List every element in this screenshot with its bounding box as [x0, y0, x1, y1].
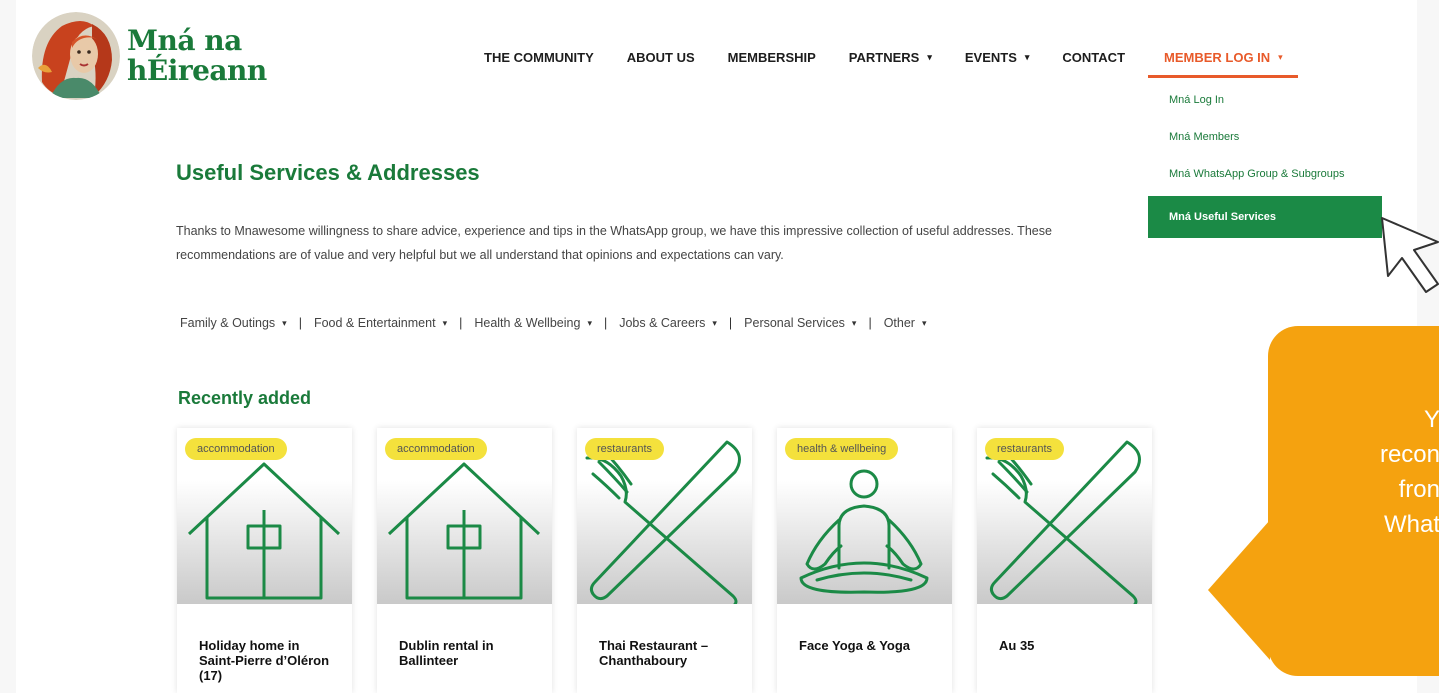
category-label: Family & Outings	[180, 316, 276, 330]
bubble-line: What	[1383, 511, 1439, 538]
logo-portrait-icon	[32, 12, 120, 100]
card-title: Dublin rental in Ballinteer	[399, 638, 494, 668]
logo-wordmark: Mná na hÉireann	[127, 26, 267, 86]
card-category-tag: restaurants	[585, 438, 665, 460]
category-label: Personal Services	[744, 316, 845, 330]
card-image: restaurants	[977, 428, 1152, 604]
logo-line-1: Mná na	[127, 24, 242, 57]
member-dropdown-menu: Mná Log In Mná Members Mná WhatsApp Grou…	[1148, 82, 1382, 238]
service-card[interactable]: accommodation Holiday home in Saint-Pier…	[177, 428, 352, 693]
card-category-tag: restaurants	[985, 438, 1065, 460]
chevron-down-icon: ▾	[282, 317, 287, 328]
category-health-wellbeing[interactable]: Health & Wellbeing ▾	[474, 316, 592, 330]
main-nav: THE COMMUNITY ABOUT US MEMBERSHIP PARTNE…	[484, 50, 1158, 65]
menu-item-whatsapp-group[interactable]: Mná WhatsApp Group & Subgroups	[1148, 156, 1382, 193]
intro-paragraph: Thanks to Mnawesome willingness to share…	[176, 224, 1052, 262]
separator: |	[868, 316, 872, 330]
nav-active-underline	[1148, 75, 1298, 78]
category-label: Jobs & Careers	[619, 316, 706, 330]
card-image: health & wellbeing	[777, 428, 952, 604]
service-card[interactable]: health & wellbeing Face Yoga & Yoga	[777, 428, 952, 693]
separator: |	[728, 316, 733, 330]
card-category-tag: accommodation	[185, 438, 287, 460]
bubble-line: fron	[1398, 476, 1439, 503]
nav-label: THE COMMUNITY	[484, 50, 594, 65]
category-family-outings[interactable]: Family & Outings ▾	[180, 316, 287, 330]
card-image: accommodation	[177, 428, 352, 604]
service-card[interactable]: restaurants Au 35	[977, 428, 1152, 693]
screen-frame-left	[0, 0, 16, 693]
chevron-down-icon: ▾	[927, 52, 932, 62]
category-jobs-careers[interactable]: Jobs & Careers ▾	[619, 316, 717, 330]
service-card[interactable]: restaurants Thai Restaurant – Chanthabou…	[577, 428, 752, 693]
category-other[interactable]: Other ▾	[884, 316, 927, 330]
category-label: Other	[883, 316, 915, 330]
nav-member-log-in[interactable]: MEMBER LOG IN ▾	[1164, 50, 1283, 65]
mouse-cursor-icon	[1381, 217, 1439, 293]
separator: |	[603, 316, 608, 330]
nav-about-us[interactable]: ABOUT US	[627, 50, 695, 65]
card-category-tag: accommodation	[385, 438, 487, 460]
menu-item-mna-members[interactable]: Mná Members	[1148, 119, 1382, 156]
bubble-line: Y	[1423, 406, 1439, 433]
chevron-down-icon: ▾	[1278, 52, 1283, 62]
nav-label: MEMBERSHIP	[727, 50, 816, 65]
menu-item-mna-log-in[interactable]: Mná Log In	[1148, 82, 1382, 119]
chevron-down-icon: ▾	[712, 317, 717, 328]
bubble-line: recon	[1379, 441, 1439, 468]
service-card[interactable]: accommodation Dublin rental in Ballintee…	[377, 428, 552, 693]
nav-membership[interactable]: MEMBERSHIP	[728, 50, 816, 65]
chevron-down-icon: ▾	[587, 317, 592, 328]
category-label: Health & Wellbeing	[474, 316, 581, 330]
card-image: restaurants	[577, 428, 752, 604]
card-title: Thai Restaurant – Chanthaboury	[599, 638, 709, 668]
site-logo[interactable]: Mná na hÉireann	[32, 12, 267, 100]
nav-the-community[interactable]: THE COMMUNITY	[484, 50, 594, 65]
chevron-down-icon: ▾	[442, 317, 448, 328]
speech-bubble-text: Y recon fron What	[1278, 402, 1439, 542]
category-food-entertainment[interactable]: Food & Entertainment ▾	[314, 316, 447, 330]
card-category-tag: health & wellbeing	[785, 438, 899, 460]
nav-label: ABOUT US	[626, 50, 695, 65]
chevron-down-icon: ▾	[1024, 52, 1030, 62]
nav-label: PARTNERS	[848, 50, 920, 65]
category-label: Food & Entertainment	[313, 316, 436, 330]
chevron-down-icon: ▾	[851, 317, 857, 328]
nav-label: CONTACT	[1062, 50, 1126, 65]
separator: |	[459, 316, 463, 330]
nav-label: EVENTS	[964, 50, 1017, 65]
recently-added-heading: Recently added	[178, 388, 312, 408]
logo-line-2: hÉireann	[127, 54, 267, 87]
card-image: accommodation	[377, 428, 552, 604]
separator: |	[298, 316, 302, 330]
page-title: Useful Services & Addresses	[176, 160, 480, 185]
category-filter-bar: Family & Outings ▾ | Food & Entertainment…	[180, 316, 926, 330]
category-personal-services[interactable]: Personal Services ▾	[744, 316, 856, 330]
nav-label: MEMBER LOG IN	[1164, 50, 1271, 65]
menu-item-useful-services[interactable]: Mná Useful Services	[1148, 196, 1382, 238]
card-title: Au 35	[999, 638, 1035, 653]
nav-events[interactable]: EVENTS ▾	[965, 50, 1030, 65]
speech-bubble-tail	[1208, 520, 1270, 660]
card-title: Holiday home in Saint-Pierre d’Oléron (1…	[199, 638, 330, 683]
nav-partners[interactable]: PARTNERS ▾	[849, 50, 932, 65]
chevron-down-icon: ▾	[921, 317, 927, 328]
card-title: Face Yoga & Yoga	[799, 638, 911, 653]
nav-contact[interactable]: CONTACT	[1062, 50, 1125, 65]
